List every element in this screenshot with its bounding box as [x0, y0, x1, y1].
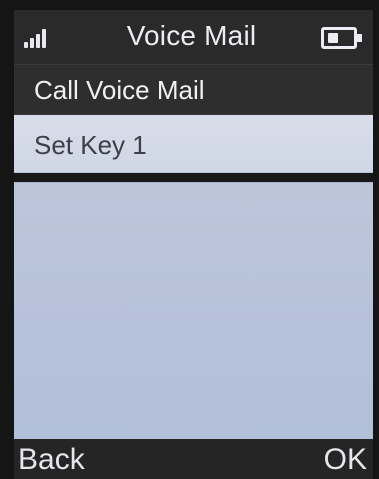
menu-item-set-key-1[interactable]: Set Key 1 — [14, 115, 373, 173]
empty-menu-area — [14, 182, 373, 440]
softkey-bar: Back OK — [14, 439, 373, 479]
ok-softkey[interactable]: OK — [324, 443, 367, 477]
battery-icon — [321, 27, 362, 49]
signal-strength-icon — [24, 28, 52, 48]
back-softkey[interactable]: Back — [18, 443, 85, 477]
phone-device: Voice Mail Call Voice Mail Set Key 1 Bac… — [0, 0, 379, 479]
voice-mail-menu: Call Voice Mail Set Key 1 — [14, 65, 373, 173]
battery-level-indicator — [328, 33, 338, 43]
menu-item-call-voice-mail[interactable]: Call Voice Mail — [14, 65, 373, 115]
screen-title: Voice Mail — [126, 20, 257, 51]
phone-screen: Voice Mail Call Voice Mail Set Key 1 Bac… — [14, 10, 373, 479]
status-bar: Voice Mail — [14, 10, 373, 65]
